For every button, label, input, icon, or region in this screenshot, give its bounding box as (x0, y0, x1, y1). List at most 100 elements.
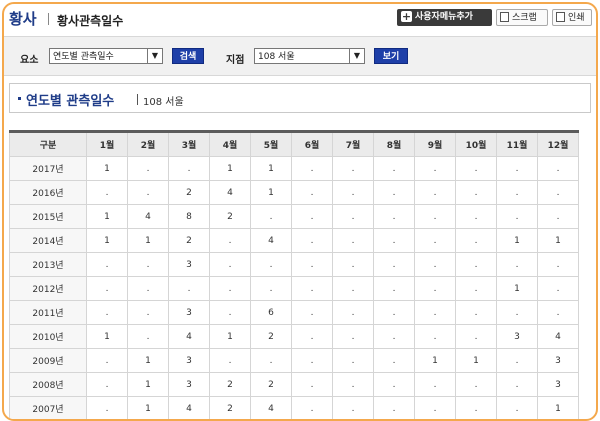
count-cell: . (127, 180, 169, 205)
count-cell: . (414, 276, 456, 301)
element-select[interactable]: 연도별 관측일수 ▼ (49, 48, 163, 64)
column-header-month: 3월 (168, 130, 210, 157)
count-cell: . (332, 204, 374, 229)
section-divider (137, 94, 138, 105)
count-cell: 3 (168, 372, 210, 397)
station-select[interactable]: 108 서울 ▼ (254, 48, 365, 64)
year-cell: 2011년 (9, 300, 87, 325)
page-header: 황사 황사관측일수 + 사용자메뉴추가 스크랩 인쇄 (4, 4, 596, 34)
count-cell: . (496, 252, 538, 277)
element-select-value: 연도별 관측일수 (53, 52, 114, 62)
element-label: 요소 (20, 55, 39, 66)
column-header-month: 6월 (291, 130, 333, 157)
count-cell: 8 (168, 204, 210, 229)
count-cell: . (414, 252, 456, 277)
bullet-icon (18, 97, 21, 100)
count-cell: . (332, 156, 374, 181)
count-cell: . (496, 156, 538, 181)
add-user-menu-button[interactable]: + 사용자메뉴추가 (397, 9, 492, 26)
count-cell: 4 (250, 396, 292, 419)
table-header-row: 구분 1월 2월 3월 4월 5월 6월 7월 8월 9월 10월 11월 12월 (9, 130, 579, 157)
section-station: 108 서울 (143, 97, 184, 108)
year-cell: 2007년 (9, 396, 87, 419)
chevron-down-icon: ▼ (349, 49, 364, 63)
count-cell: . (250, 348, 292, 373)
count-cell: . (373, 276, 415, 301)
count-cell: 1 (496, 228, 538, 253)
count-cell: . (373, 204, 415, 229)
count-cell: . (496, 180, 538, 205)
count-cell: 2 (168, 228, 210, 253)
count-cell: . (414, 396, 456, 419)
view-button[interactable]: 보기 (374, 48, 408, 64)
count-cell: . (86, 396, 128, 419)
count-cell: . (537, 252, 579, 277)
column-header-month: 4월 (209, 130, 251, 157)
count-cell: . (291, 396, 333, 419)
table-row: 2011년.. 3. 6....... (9, 300, 579, 325)
count-cell: . (209, 252, 251, 277)
count-cell: . (455, 300, 497, 325)
count-cell: 4 (168, 396, 210, 419)
count-cell: . (455, 228, 497, 253)
section-header: 연도별 관측일수 108 서울 (9, 83, 591, 113)
count-cell: . (455, 372, 497, 397)
count-cell: . (332, 324, 374, 349)
count-cell: . (291, 180, 333, 205)
scrap-label: 스크랩 (512, 13, 537, 23)
count-cell: 2 (209, 396, 251, 419)
count-cell: . (373, 156, 415, 181)
count-cell: 1 (496, 276, 538, 301)
count-cell: 1 (455, 348, 497, 373)
count-cell: 2 (168, 180, 210, 205)
count-cell: 2 (209, 372, 251, 397)
count-cell: . (86, 372, 128, 397)
count-cell: . (414, 228, 456, 253)
count-cell: 1 (414, 348, 456, 373)
count-cell: 1 (537, 396, 579, 419)
count-cell: . (537, 156, 579, 181)
search-button[interactable]: 검색 (172, 48, 204, 64)
count-cell: . (127, 300, 169, 325)
count-cell: . (291, 372, 333, 397)
count-cell: . (332, 348, 374, 373)
print-label: 인쇄 (568, 13, 585, 23)
column-header-month: 8월 (373, 130, 415, 157)
count-cell: . (86, 348, 128, 373)
count-cell: . (537, 180, 579, 205)
add-user-menu-label: 사용자메뉴추가 (415, 12, 473, 22)
count-cell: 3 (496, 324, 538, 349)
count-cell: . (209, 300, 251, 325)
count-cell: . (291, 348, 333, 373)
count-cell: 1 (209, 324, 251, 349)
count-cell: 1 (127, 348, 169, 373)
count-cell: . (537, 300, 579, 325)
count-cell: 1 (86, 156, 128, 181)
count-cell: 4 (250, 228, 292, 253)
count-cell: 3 (537, 372, 579, 397)
count-cell: 4 (209, 180, 251, 205)
count-cell: . (455, 180, 497, 205)
count-cell: . (455, 204, 497, 229)
count-cell: . (496, 300, 538, 325)
plus-icon: + (401, 10, 412, 23)
station-select-value: 108 서울 (258, 52, 295, 62)
count-cell: . (455, 252, 497, 277)
count-cell: . (250, 252, 292, 277)
chevron-down-icon: ▼ (147, 49, 162, 63)
column-header-month: 5월 (250, 130, 292, 157)
column-header-category: 구분 (9, 130, 87, 157)
count-cell: . (414, 324, 456, 349)
count-cell: . (537, 204, 579, 229)
page-title: 황사 (9, 10, 37, 28)
count-cell: 3 (168, 252, 210, 277)
column-header-month: 2월 (127, 130, 169, 157)
print-button[interactable]: 인쇄 (552, 9, 592, 26)
count-cell: . (332, 228, 374, 253)
count-cell: . (127, 276, 169, 301)
count-cell: . (496, 396, 538, 419)
scrap-button[interactable]: 스크랩 (496, 9, 548, 26)
count-cell: . (373, 324, 415, 349)
table-row: 2008년. 1 3 2 2...... 3 (9, 372, 579, 397)
count-cell: . (414, 156, 456, 181)
